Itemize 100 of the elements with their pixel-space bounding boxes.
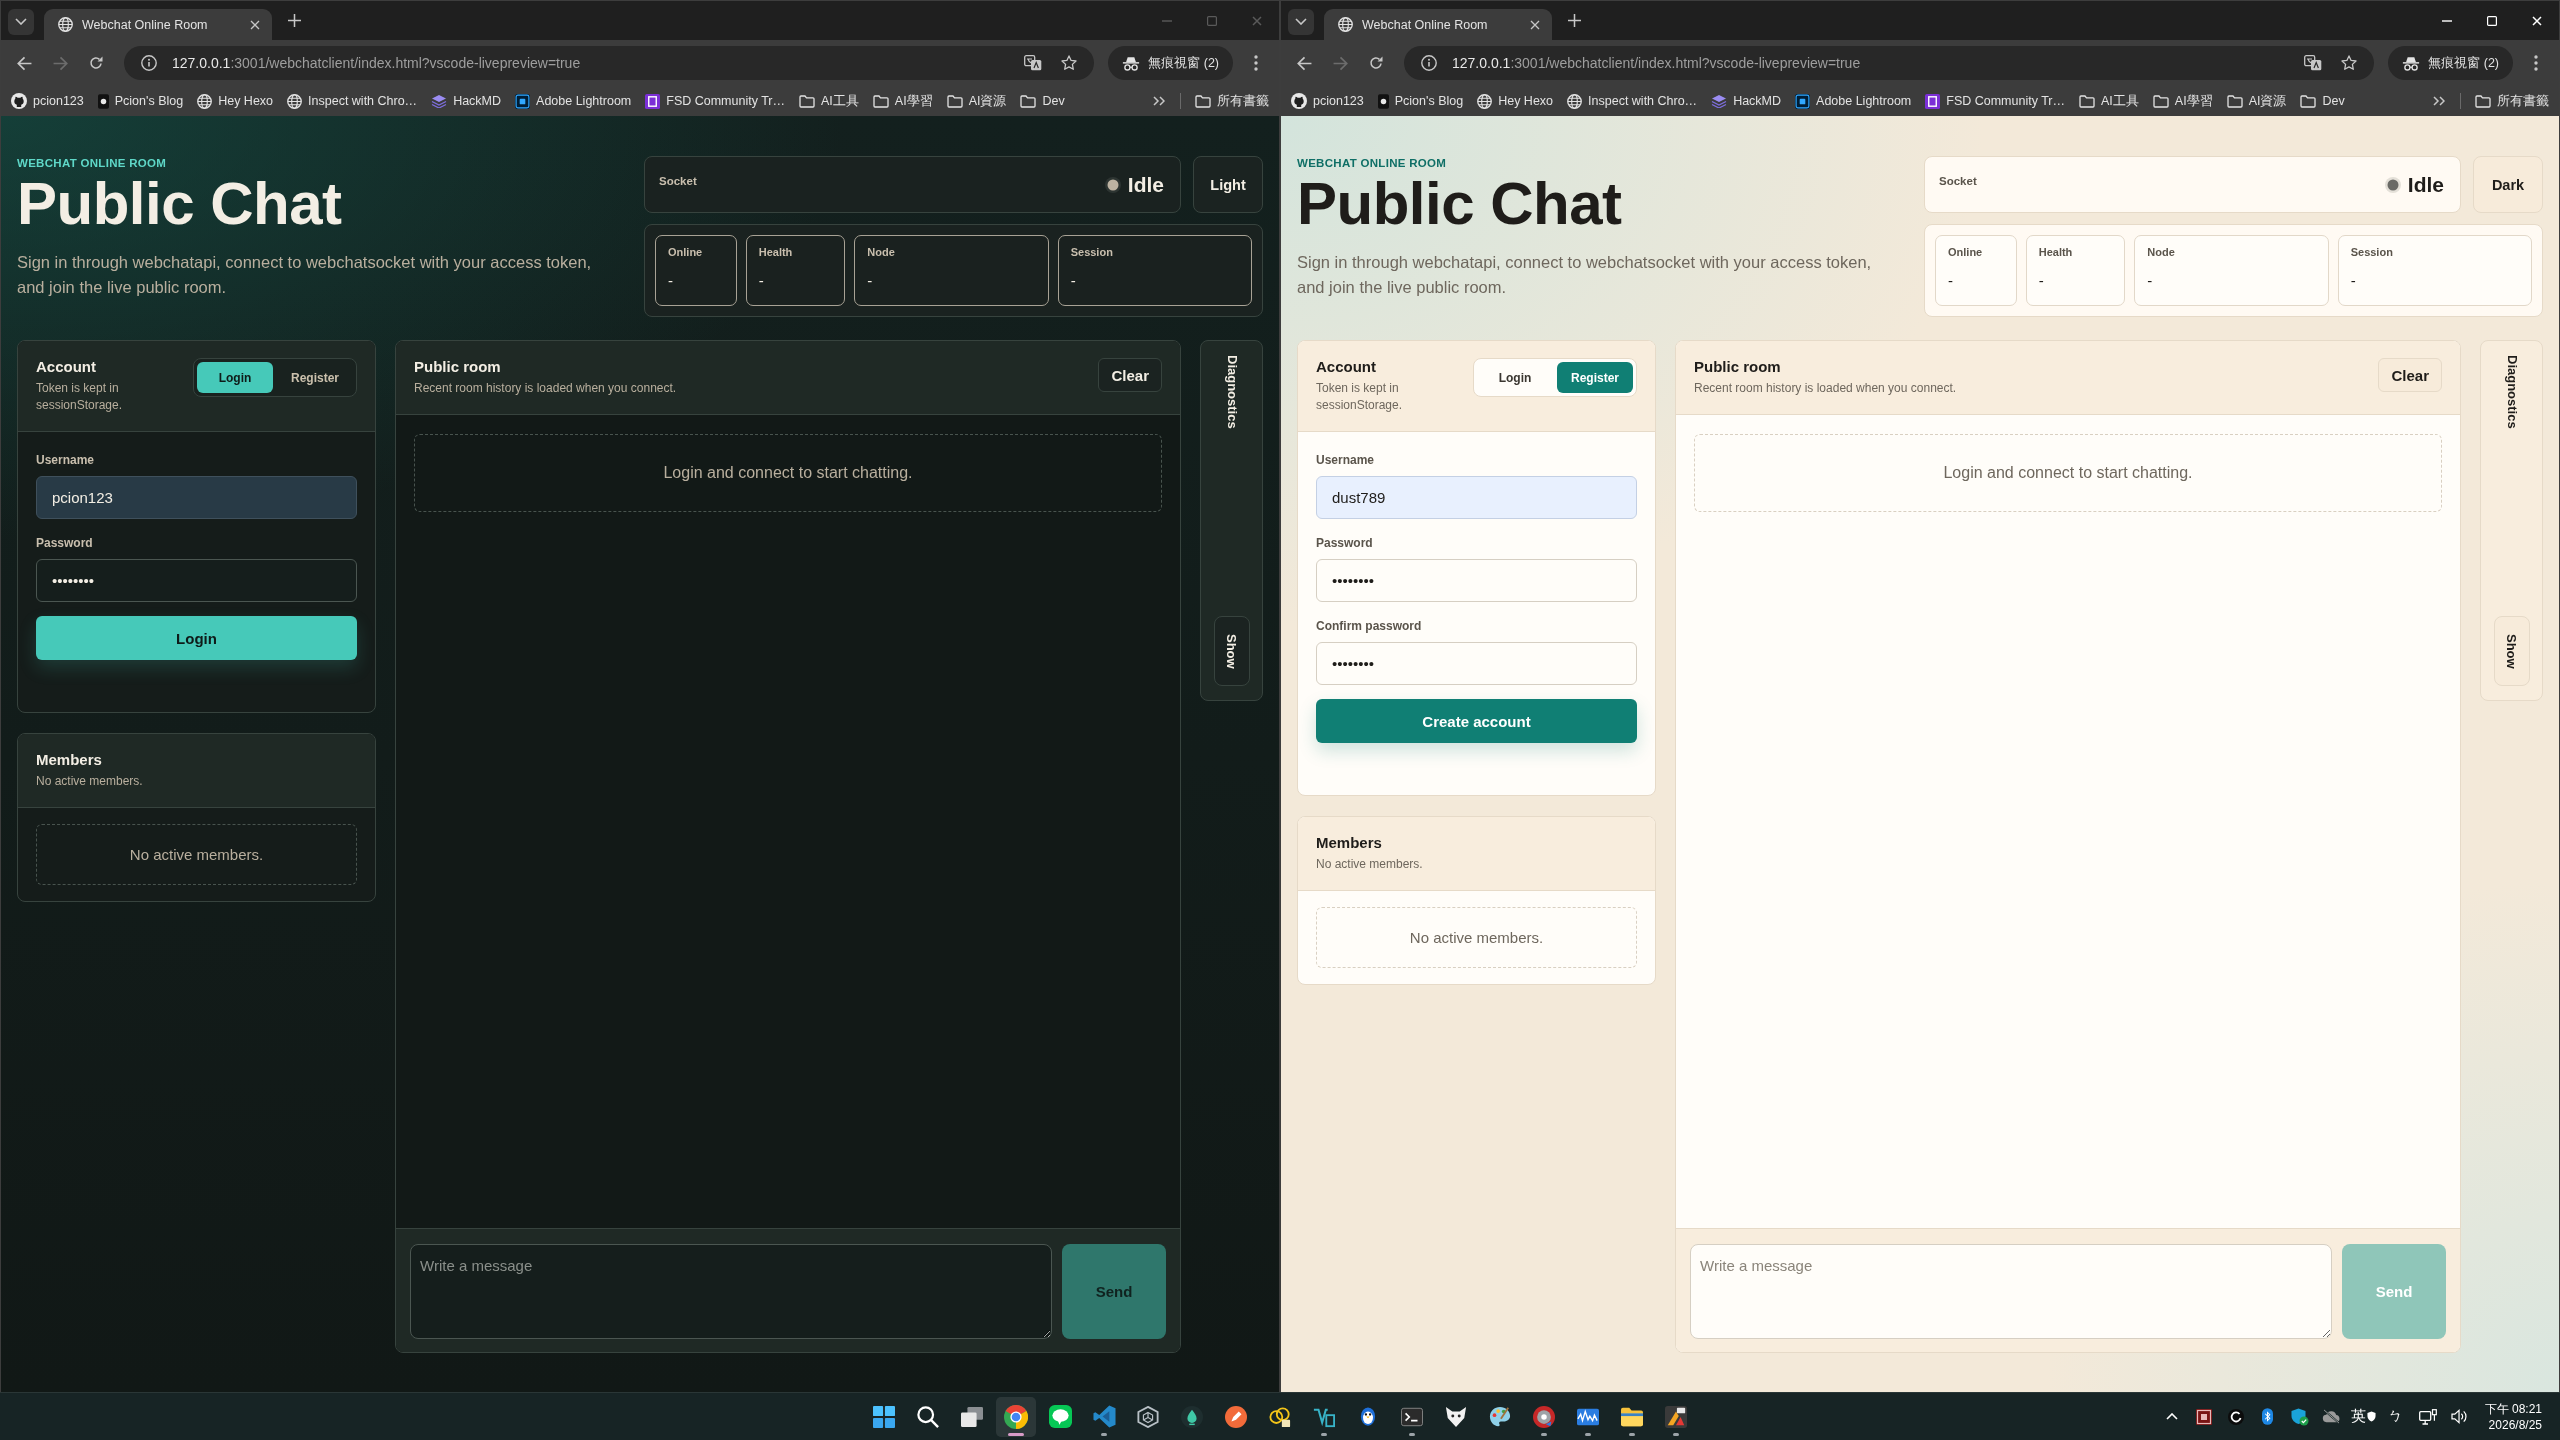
input-field[interactable]: •••••••• <box>36 559 357 602</box>
bookmark-link[interactable]: HackMD <box>425 91 508 111</box>
code-editor-icon <box>1092 1405 1116 1428</box>
bookmark-link[interactable]: AI學習 <box>866 89 939 113</box>
page-description: Sign in through webchatapi, connect to webchatsocket with your access token, and join the live public room. <box>17 252 593 298</box>
back-arrow-icon <box>1296 55 1312 71</box>
bookmark-link[interactable]: Inspect with Chro… <box>1561 90 1704 112</box>
bookmark-link[interactable]: Dev <box>1014 91 1071 111</box>
account-tab[interactable]: Register <box>1557 362 1633 393</box>
card-title: Members <box>36 751 103 769</box>
account-tab[interactable]: Register <box>277 362 353 393</box>
show-button[interactable]: Show <box>2493 616 2530 686</box>
tab-search-button[interactable] <box>8 8 34 35</box>
bookmark-link[interactable]: pcion123 <box>5 90 90 112</box>
bookmark-link[interactable]: FSD Community Tr… <box>639 90 791 112</box>
folder-icon <box>2226 94 2243 108</box>
input-field[interactable]: dust789 <box>1316 476 1637 519</box>
chat-bubble-icon <box>1048 1405 1072 1428</box>
input-mode-button[interactable]: 英 <box>2348 1396 2379 1437</box>
app-tile-icon <box>515 93 531 109</box>
bookmark-link[interactable]: AI資源 <box>940 89 1013 113</box>
stat-label: Online <box>668 246 703 258</box>
bookmark-link[interactable]: AI資源 <box>2220 89 2293 113</box>
stat-label: Node <box>2147 246 2175 258</box>
bookmark-link[interactable]: AI工具 <box>2073 89 2145 113</box>
card-subtitle: No active members. <box>36 773 143 790</box>
folder-icon <box>1195 94 1211 108</box>
reload-icon <box>1369 56 1383 70</box>
incognito-button[interactable]: 無痕視窗 (2) <box>2388 46 2513 80</box>
bookmark-link[interactable]: AI學習 <box>2146 89 2219 113</box>
bookmark-link[interactable]: AI工具 <box>793 89 865 113</box>
all-bookmarks-button[interactable]: 所有書籤 <box>2469 89 2555 113</box>
dot-tile-icon <box>97 93 109 109</box>
stat-value: - <box>2147 272 2153 289</box>
plus-icon <box>287 14 301 27</box>
url-text: 127.0.0.1:3001/webchatclient/index.html?vscode-livepreview=true <box>172 55 582 71</box>
account-tab[interactable]: Login <box>1477 362 1553 393</box>
speaker-icon <box>2451 1409 2469 1424</box>
cloud-off-icon <box>2322 1409 2342 1424</box>
stat-value: - <box>867 272 873 289</box>
bookmark-link[interactable]: Hey Hexo <box>1471 90 1560 112</box>
incognito-button[interactable]: 無痕視窗 (2) <box>1108 46 1233 80</box>
browser-tab[interactable]: Webchat Online Room <box>44 9 272 40</box>
tab-search-button[interactable] <box>1288 8 1314 35</box>
stat-value: - <box>668 272 673 289</box>
folder-icon <box>2079 94 2095 108</box>
browser-tab[interactable]: Webchat Online Room <box>1324 9 1552 40</box>
clock-button[interactable]: 下午 08:21 2026/8/25 <box>2476 1396 2552 1437</box>
field-label: Username <box>1316 453 1376 468</box>
theme-toggle-button[interactable]: Dark <box>2473 156 2543 213</box>
status-dot-icon <box>2384 176 2401 193</box>
globe-icon <box>1338 17 1353 32</box>
more-menu-icon <box>2534 55 2538 71</box>
network-icon <box>2418 1408 2437 1425</box>
bookmark-link[interactable]: Adobe Lightroom <box>509 90 638 112</box>
more-menu-icon <box>1254 55 1258 71</box>
submit-button[interactable]: Login <box>36 616 357 660</box>
pencil-icon <box>1225 1405 1247 1428</box>
clear-button[interactable]: Clear <box>1098 358 1162 392</box>
address-field[interactable]: 127.0.0.1:3001/webchatclient/index.html?vscode-livepreview=true <box>124 46 1095 80</box>
bookmark-link[interactable]: Dev <box>2294 91 2351 111</box>
tile-icon <box>645 93 661 109</box>
input-field[interactable]: pcion123 <box>36 476 357 519</box>
submit-button[interactable]: Create account <box>1316 699 1637 743</box>
input-field[interactable]: •••••••• <box>1316 642 1637 685</box>
folder-icon <box>2300 94 2317 108</box>
diagnostics-title: Diagnostics <box>1223 355 1240 429</box>
globe-icon <box>197 93 213 109</box>
all-bookmarks-button[interactable]: 所有書籤 <box>1189 89 1275 113</box>
socket-status: Idle <box>1127 172 1164 197</box>
card-title: Public room <box>414 358 502 376</box>
layers-icon <box>431 94 448 108</box>
bookmark-link[interactable]: FSD Community Tr… <box>1919 90 2071 112</box>
incognito-icon <box>1122 55 1141 71</box>
bookmark-link[interactable]: Adobe Lightroom <box>1789 90 1918 112</box>
input-layout-button[interactable]: ㄅ <box>2380 1396 2411 1437</box>
diagnostics-title: Diagnostics <box>2503 355 2520 429</box>
bookmark-link[interactable]: Pcion's Blog <box>91 90 190 112</box>
caret-down-icon <box>1295 18 1307 25</box>
card-subtitle: Token is kept in sessionStorage. <box>1316 380 1404 414</box>
translate-icon <box>2304 55 2323 71</box>
cat-logo-icon <box>11 93 27 109</box>
info-icon <box>141 55 157 71</box>
card-subtitle: Recent room history is loaded when you connect. <box>414 380 677 397</box>
app-tile-icon <box>1795 93 1811 109</box>
message-input[interactable]: Write a message <box>410 1244 1052 1339</box>
input-field[interactable]: •••••••• <box>1316 559 1637 602</box>
clear-button[interactable]: Clear <box>2378 358 2442 392</box>
circles-icon <box>1269 1405 1291 1428</box>
bookmark-link[interactable]: Pcion's Blog <box>1371 90 1470 112</box>
bookmark-link[interactable]: Hey Hexo <box>191 90 280 112</box>
bookmark-link[interactable]: HackMD <box>1705 91 1788 111</box>
account-tab[interactable]: Login <box>197 362 273 393</box>
show-button[interactable]: Show <box>1213 616 1250 686</box>
page-title: Public Chat <box>17 170 343 238</box>
taskbar-button[interactable] <box>996 1396 1036 1437</box>
address-field[interactable]: 127.0.0.1:3001/webchatclient/index.html?vscode-livepreview=true <box>1404 46 2375 80</box>
theme-toggle-button[interactable]: Light <box>1193 156 1263 213</box>
bookmark-link[interactable]: Inspect with Chro… <box>281 90 424 112</box>
bookmark-link[interactable]: pcion123 <box>1285 90 1370 112</box>
